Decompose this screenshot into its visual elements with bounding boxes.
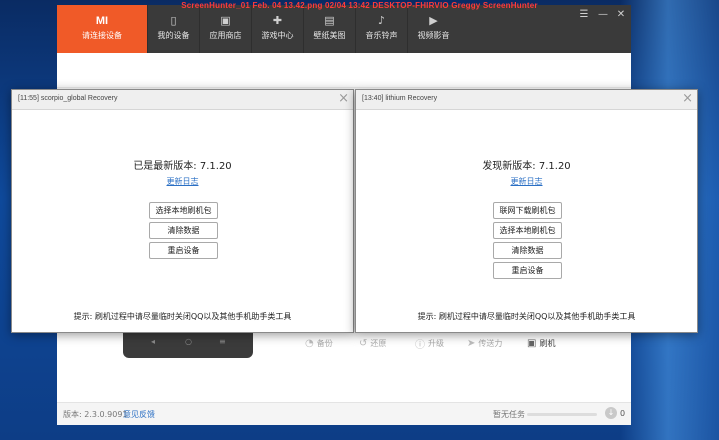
close-icon[interactable]: × bbox=[682, 91, 693, 107]
phone-back-icon: ◂ bbox=[151, 337, 156, 346]
restore-icon: ↺ bbox=[359, 337, 368, 349]
flash-hint: 提示: 刷机过程中请尽量临时关闭QQ以及其他手机助手类工具 bbox=[417, 312, 636, 321]
wipe-data-button[interactable]: 清除数据 bbox=[149, 222, 218, 239]
backup-icon: ◔ bbox=[305, 337, 314, 349]
task-progress-bar bbox=[527, 413, 597, 416]
changelog-link[interactable]: 更新日志 bbox=[356, 176, 697, 187]
mi-logo: MI bbox=[95, 15, 109, 27]
phone-illustration: ◂ ○ ≡ bbox=[123, 330, 253, 358]
status-bar: 版本: 2.3.0.9091 意见反馈 暂无任务 ↓ 0 bbox=[57, 402, 631, 425]
upgrade-label: 升级 bbox=[428, 338, 444, 348]
content-area bbox=[57, 53, 631, 88]
upgrade-action[interactable]: ⓘ 升级 bbox=[415, 336, 444, 351]
nav-music[interactable]: ♪ 音乐铃声 bbox=[355, 5, 407, 53]
dialog-title: [13:40] lithium Recovery bbox=[362, 95, 438, 102]
nav-video[interactable]: ▶ 视频影音 bbox=[407, 5, 459, 53]
top-navigation-bar: MI 请连接设备 ▯ 我的设备 ▣ 应用商店 ✚ 游戏中心 ▤ 壁纸美图 ♪ 音… bbox=[57, 5, 631, 53]
nav-label: 视频影音 bbox=[417, 31, 450, 40]
nav-app-store[interactable]: ▣ 应用商店 bbox=[199, 5, 251, 53]
task-status: 暂无任务 bbox=[493, 410, 525, 419]
phone-home-icon: ○ bbox=[185, 337, 192, 346]
dialog-title-bar: [11:55] scorpio_global Recovery × bbox=[12, 90, 353, 110]
select-local-package-button[interactable]: 选择本地刷机包 bbox=[493, 222, 562, 239]
flash-icon: ▣ bbox=[527, 337, 537, 349]
flash-hint: 提示: 刷机过程中请尽量临时关闭QQ以及其他手机助手类工具 bbox=[73, 312, 292, 321]
version-label: 版本: 2.3.0.9091 bbox=[63, 410, 128, 419]
gamepad-icon: ✚ bbox=[272, 14, 283, 27]
dialog-title-bar: [13:40] lithium Recovery × bbox=[356, 90, 697, 110]
restore-label: 还原 bbox=[370, 338, 387, 348]
wipe-data-button[interactable]: 清除数据 bbox=[493, 242, 562, 259]
feedback-link[interactable]: 意见反馈 bbox=[123, 409, 155, 420]
select-local-package-button[interactable]: 选择本地刷机包 bbox=[149, 202, 218, 219]
bag-icon: ▣ bbox=[220, 14, 231, 27]
recovery-dialog-right: [13:40] lithium Recovery × 发现新版本: 7.1.20… bbox=[355, 89, 698, 333]
backup-action[interactable]: ◔ 备份 bbox=[305, 336, 333, 350]
version-status: 已是最新版本: 7.1.20 bbox=[133, 161, 232, 172]
nav-label: 我的设备 bbox=[157, 31, 190, 40]
nav-my-device[interactable]: ▯ 我的设备 bbox=[147, 5, 199, 53]
video-icon: ▶ bbox=[429, 14, 438, 27]
restore-action[interactable]: ↺ 还原 bbox=[359, 336, 386, 350]
reboot-device-button[interactable]: 重启设备 bbox=[149, 242, 218, 259]
nav-label: 壁纸美图 bbox=[313, 31, 346, 40]
reboot-device-button[interactable]: 重启设备 bbox=[493, 262, 562, 279]
send-icon: ➤ bbox=[467, 337, 476, 349]
nav-label: 音乐铃声 bbox=[365, 31, 398, 40]
dialog-title: [11:55] scorpio_global Recovery bbox=[18, 95, 118, 102]
version-status: 发现新版本: 7.1.20 bbox=[482, 161, 571, 172]
music-icon: ♪ bbox=[377, 14, 386, 27]
send-label: 传送力 bbox=[478, 338, 503, 348]
flash-label: 刷机 bbox=[539, 338, 556, 348]
download-package-button[interactable]: 联网下载刷机包 bbox=[493, 202, 562, 219]
changelog-link[interactable]: 更新日志 bbox=[12, 176, 353, 187]
phone-icon: ▯ bbox=[170, 14, 177, 27]
nav-label: 游戏中心 bbox=[261, 31, 294, 40]
upgrade-icon: ⓘ bbox=[415, 339, 425, 351]
close-icon[interactable]: × bbox=[338, 91, 349, 107]
download-icon[interactable]: ↓ bbox=[605, 407, 617, 419]
minimize-icon[interactable]: — bbox=[594, 8, 612, 22]
nav-wallpaper[interactable]: ▤ 壁纸美图 bbox=[303, 5, 355, 53]
task-count: 0 bbox=[620, 409, 626, 418]
screenshot-watermark: ScreenHunter_01 Feb. 04 13.42.png 02/04 … bbox=[181, 1, 538, 10]
connect-device-label: 请连接设备 bbox=[82, 31, 122, 40]
nav-game-center[interactable]: ✚ 游戏中心 bbox=[251, 5, 303, 53]
close-icon[interactable]: ✕ bbox=[612, 8, 630, 22]
recovery-dialog-left: [11:55] scorpio_global Recovery × 已是最新版本… bbox=[11, 89, 354, 333]
brand-tile[interactable]: MI 请连接设备 bbox=[57, 5, 147, 53]
picture-icon: ▤ bbox=[324, 14, 335, 27]
send-action[interactable]: ➤ 传送力 bbox=[467, 336, 502, 350]
flash-action[interactable]: ▣ 刷机 bbox=[527, 336, 555, 350]
nav-label: 应用商店 bbox=[209, 31, 242, 40]
phone-menu-icon: ≡ bbox=[219, 337, 226, 346]
menu-icon[interactable]: ☰ bbox=[575, 8, 593, 22]
backup-label: 备份 bbox=[316, 338, 333, 348]
